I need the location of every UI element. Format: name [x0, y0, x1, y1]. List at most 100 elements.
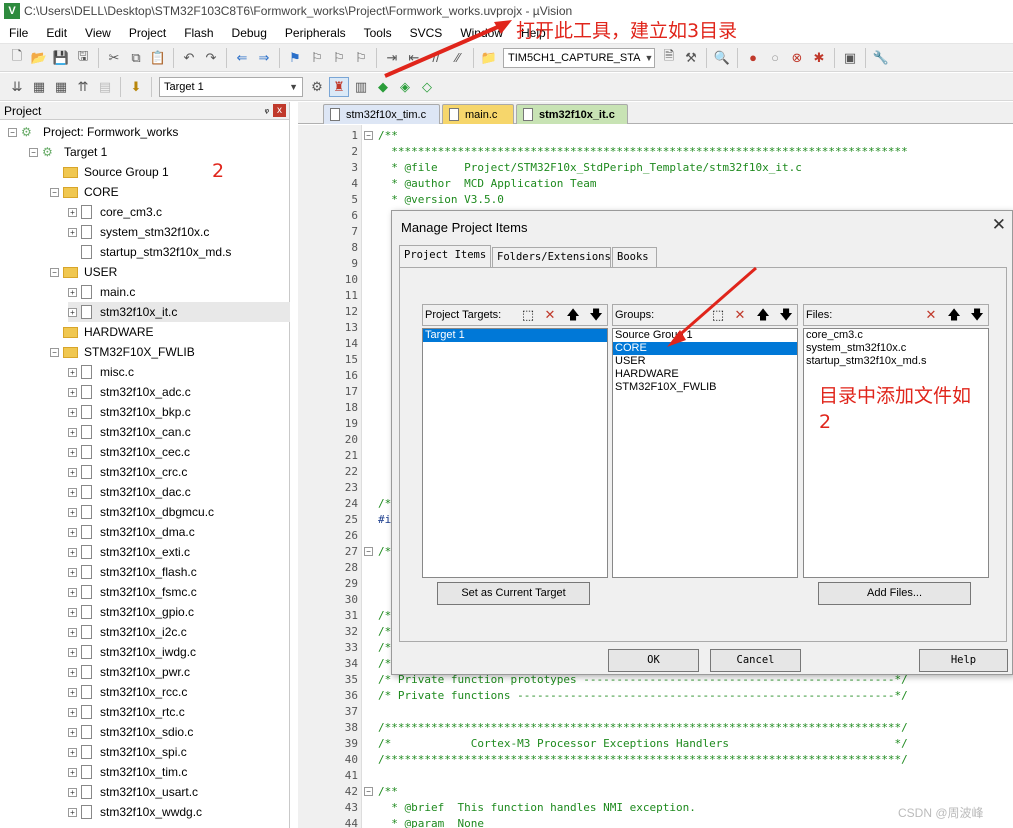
tree-file[interactable]: + stm32f10x_sdio.c	[68, 722, 193, 742]
target-combo[interactable]: Target 1 ▼	[159, 76, 303, 97]
tree-group[interactable]: − STM32F10X_FWLIB	[50, 342, 195, 362]
pack-installer-icon[interactable]: ◆	[373, 77, 393, 97]
move-down-icon[interactable]: 🡇	[969, 307, 985, 323]
manage-project-items-icon[interactable]: ♜	[329, 76, 349, 97]
expand-icon[interactable]: +	[68, 727, 77, 737]
expand-icon[interactable]: +	[68, 507, 77, 517]
bookmark-icon[interactable]: ⚑	[285, 48, 305, 68]
expand-icon[interactable]: +	[68, 207, 77, 217]
tree-file[interactable]: + stm32f10x_wwdg.c	[68, 802, 202, 822]
expand-icon[interactable]: +	[68, 307, 77, 317]
expand-icon[interactable]: +	[68, 407, 77, 417]
manage-components-icon[interactable]: ▥	[351, 77, 371, 97]
debug-session-icon[interactable]: 🔍	[712, 48, 732, 68]
pin-icon[interactable]: ᵩ	[265, 104, 269, 115]
delete-icon[interactable]: ✕	[732, 307, 748, 323]
tab-stm32f10x-it[interactable]: stm32f10x_it.c	[516, 104, 628, 124]
move-down-icon[interactable]: 🡇	[588, 307, 604, 323]
rebuild-icon[interactable]: ▦	[51, 77, 71, 97]
window-layout-icon[interactable]: ▣	[840, 48, 860, 68]
tree-file[interactable]: + stm32f10x_pwr.c	[68, 662, 190, 682]
disable-all-breakpoints-icon[interactable]: ⊗	[787, 48, 807, 68]
save-all-icon[interactable]: 🖫	[73, 48, 93, 68]
expand-icon[interactable]: +	[68, 567, 77, 577]
expand-icon[interactable]: +	[68, 227, 77, 237]
tree-file[interactable]: + stm32f10x_i2c.c	[68, 622, 187, 642]
expand-icon[interactable]: +	[68, 447, 77, 457]
tree-file[interactable]: + stm32f10x_dac.c	[68, 482, 191, 502]
tree-group[interactable]: − USER	[50, 262, 117, 282]
tree-file[interactable]: + stm32f10x_bkp.c	[68, 402, 191, 422]
move-up-icon[interactable]: 🡅	[946, 307, 962, 323]
ok-button[interactable]: OK	[608, 649, 699, 672]
list-item[interactable]: Target 1	[423, 329, 607, 342]
list-item[interactable]: STM32F10X_FWLIB	[613, 381, 797, 394]
select-packs-icon[interactable]: ◈	[395, 77, 415, 97]
next-bookmark-icon[interactable]: ⚐	[329, 48, 349, 68]
targets-list[interactable]: Target 1	[422, 328, 608, 578]
files-list[interactable]: core_cm3.c system_stm32f10x.c startup_st…	[803, 328, 989, 578]
find-combo[interactable]: TIM5CH1_CAPTURE_STA ▼	[503, 47, 655, 68]
move-up-icon[interactable]: 🡅	[565, 307, 581, 323]
list-item[interactable]: Source Group 1	[613, 329, 797, 342]
translate-icon[interactable]: ⇊	[7, 77, 27, 97]
expand-icon[interactable]: +	[68, 647, 77, 657]
tree-file[interactable]: + stm32f10x_dma.c	[68, 522, 195, 542]
close-icon[interactable]: x	[273, 104, 286, 117]
tab-folders-extensions[interactable]: Folders/Extensions	[492, 247, 611, 267]
breakpoint-icon[interactable]: ●	[743, 48, 763, 68]
download-icon[interactable]: ⬇	[126, 77, 146, 97]
cut-icon[interactable]: ✂	[104, 48, 124, 68]
open-file-icon[interactable]: 📂	[29, 48, 49, 68]
tree-file[interactable]: + stm32f10x_rtc.c	[68, 702, 185, 722]
incremental-find-icon[interactable]: ⚒	[681, 48, 701, 68]
tree-group[interactable]: Source Group 1	[50, 162, 169, 182]
expand-icon[interactable]: +	[68, 467, 77, 477]
list-item[interactable]: system_stm32f10x.c	[804, 342, 988, 355]
list-item[interactable]: core_cm3.c	[804, 329, 988, 342]
tree-file[interactable]: + stm32f10x_fsmc.c	[68, 582, 197, 602]
collapse-icon[interactable]: −	[50, 187, 59, 197]
nav-forward-icon[interactable]: ⇒	[254, 48, 274, 68]
collapse-icon[interactable]: −	[50, 267, 59, 277]
expand-icon[interactable]: +	[68, 547, 77, 557]
stop-build-icon[interactable]: ▤	[95, 77, 115, 97]
undo-icon[interactable]: ↶	[179, 48, 199, 68]
indent-icon[interactable]: ⇥	[382, 48, 402, 68]
expand-icon[interactable]: +	[68, 767, 77, 777]
expand-icon[interactable]: +	[68, 747, 77, 757]
delete-icon[interactable]: ✕	[923, 307, 939, 323]
tab-main[interactable]: main.c	[442, 104, 514, 124]
expand-icon[interactable]: +	[68, 787, 77, 797]
nav-back-icon[interactable]: ⇐	[232, 48, 252, 68]
tree-file[interactable]: + stm32f10x_cec.c	[68, 442, 190, 462]
expand-icon[interactable]: +	[68, 627, 77, 637]
expand-icon[interactable]: +	[68, 667, 77, 677]
menu-file[interactable]: File	[0, 26, 37, 40]
groups-list[interactable]: Source Group 1 CORE USER HARDWARE STM32F…	[612, 328, 798, 578]
set-current-target-button[interactable]: Set as Current Target	[437, 582, 590, 605]
tree-file[interactable]: + stm32f10x_usart.c	[68, 782, 198, 802]
tree-file[interactable]: + misc.c	[68, 362, 134, 382]
tab-books[interactable]: Books	[612, 247, 657, 267]
list-item[interactable]: HARDWARE	[613, 368, 797, 381]
tree-file[interactable]: + stm32f10x_adc.c	[68, 382, 191, 402]
fold-icon[interactable]: −	[364, 547, 373, 556]
menu-peripherals[interactable]: Peripherals	[276, 26, 355, 40]
expand-icon[interactable]: +	[68, 587, 77, 597]
target-options-icon[interactable]: ⚙	[307, 77, 327, 97]
collapse-icon[interactable]: −	[50, 347, 59, 357]
list-item[interactable]: startup_stm32f10x_md.s	[804, 355, 988, 368]
uncomment-icon[interactable]: ⁄⁄	[448, 48, 468, 68]
clear-bookmarks-icon[interactable]: ⚐	[351, 48, 371, 68]
close-icon[interactable]: ✕	[992, 215, 1006, 235]
expand-icon[interactable]: +	[68, 287, 77, 297]
menu-flash[interactable]: Flash	[175, 26, 222, 40]
run-time-env-icon[interactable]: ◇	[417, 77, 437, 97]
tree-file[interactable]: + stm32f10x_iwdg.c	[68, 642, 196, 662]
cancel-button[interactable]: Cancel	[710, 649, 801, 672]
tree-group[interactable]: − CORE	[50, 182, 119, 202]
delete-icon[interactable]: ✕	[542, 307, 558, 323]
tree-file[interactable]: + stm32f10x_rcc.c	[68, 682, 187, 702]
tree-file[interactable]: + stm32f10x_tim.c	[68, 762, 187, 782]
